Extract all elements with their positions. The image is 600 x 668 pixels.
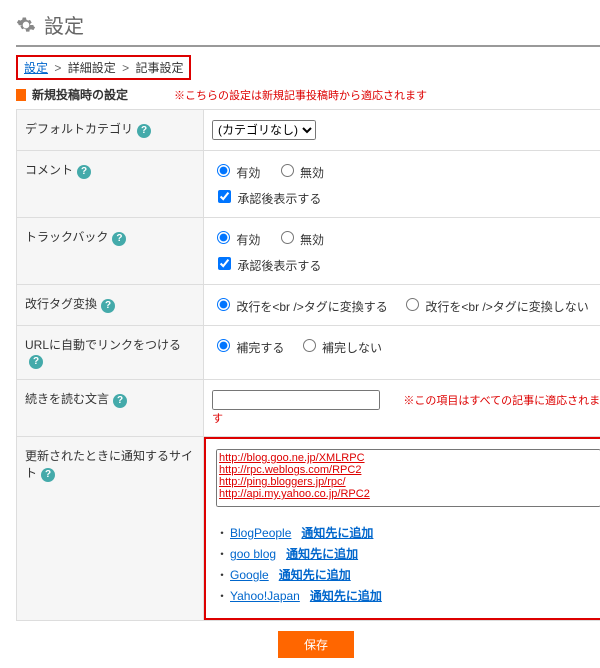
breadcrumb-item-1: 詳細設定: [68, 61, 116, 75]
comment-radio-enable[interactable]: 有効: [212, 166, 260, 180]
ping-service-link[interactable]: BlogPeople: [230, 526, 291, 540]
comment-approve-check[interactable]: 承認後表示する: [214, 192, 321, 206]
help-icon[interactable]: ?: [137, 124, 151, 138]
trackback-approve-check[interactable]: 承認後表示する: [214, 259, 321, 273]
breadcrumb-sep: >: [54, 61, 61, 75]
trackback-radio-disable[interactable]: 無効: [276, 233, 324, 247]
section-title: 新規投稿時の設定: [32, 86, 128, 103]
section-note: ※こちらの設定は新規記事投稿時から適応されます: [174, 87, 427, 103]
ping-add-link[interactable]: 通知先に追加: [310, 589, 382, 603]
breadcrumb-item-2: 記事設定: [135, 61, 183, 75]
help-icon[interactable]: ?: [29, 355, 43, 369]
gear-icon: [16, 15, 36, 35]
br-label: 改行タグ変換: [25, 297, 97, 311]
ping-add-link[interactable]: 通知先に追加: [279, 568, 351, 582]
settings-table: デフォルトカテゴリ? (カテゴリなし) コメント? 有効 無効 承認後表示する …: [16, 109, 600, 621]
ping-add-link[interactable]: 通知先に追加: [301, 526, 373, 540]
ping-service-link[interactable]: Google: [230, 568, 269, 582]
trackback-radio-enable[interactable]: 有効: [212, 233, 260, 247]
br-radio-convert[interactable]: 改行を<br />タグに変換する: [212, 300, 388, 314]
page-title: 設定: [44, 10, 84, 39]
trackback-label: トラックバック: [25, 230, 108, 244]
breadcrumb-sep: >: [122, 61, 129, 75]
breadcrumb-link-0[interactable]: 設定: [24, 61, 48, 75]
list-item: ・Google通知先に追加: [216, 566, 600, 583]
readmore-label: 続きを読む文言: [25, 392, 109, 406]
help-icon[interactable]: ?: [112, 232, 126, 246]
list-item: ・Yahoo!Japan通知先に追加: [216, 587, 600, 604]
autolink-radio-on[interactable]: 補完する: [212, 341, 284, 355]
comment-label: コメント: [25, 163, 73, 177]
autolink-radio-off[interactable]: 補完しない: [298, 341, 382, 355]
help-icon[interactable]: ?: [113, 394, 127, 408]
category-label: デフォルトカテゴリ: [25, 122, 133, 136]
help-icon[interactable]: ?: [101, 299, 115, 313]
comment-radio-disable[interactable]: 無効: [276, 166, 324, 180]
section-title-row: 新規投稿時の設定 ※こちらの設定は新規記事投稿時から適応されます: [16, 86, 600, 103]
list-item: ・BlogPeople通知先に追加: [216, 524, 600, 541]
autolink-label: URLに自動でリンクをつける: [25, 338, 181, 352]
ping-service-list: ・BlogPeople通知先に追加 ・goo blog通知先に追加 ・Googl…: [216, 524, 600, 604]
readmore-input[interactable]: [212, 390, 380, 410]
help-icon[interactable]: ?: [41, 468, 55, 482]
help-icon[interactable]: ?: [77, 165, 91, 179]
br-radio-noconvert[interactable]: 改行を<br />タグに変換しない: [401, 300, 589, 314]
ping-service-link[interactable]: Yahoo!Japan: [230, 589, 300, 603]
category-select[interactable]: (カテゴリなし): [212, 120, 316, 140]
ping-highlight-box: http://blog.goo.ne.jp/XMLRPC http://rpc.…: [204, 437, 600, 620]
breadcrumb: 設定 > 詳細設定 > 記事設定: [16, 55, 191, 80]
save-button[interactable]: 保存: [278, 631, 354, 658]
section-bar-icon: [16, 89, 26, 101]
page-header: 設定: [16, 10, 600, 47]
list-item: ・goo blog通知先に追加: [216, 545, 600, 562]
ping-service-link[interactable]: goo blog: [230, 547, 276, 561]
ping-textarea[interactable]: http://blog.goo.ne.jp/XMLRPC http://rpc.…: [216, 449, 600, 507]
ping-add-link[interactable]: 通知先に追加: [286, 547, 358, 561]
